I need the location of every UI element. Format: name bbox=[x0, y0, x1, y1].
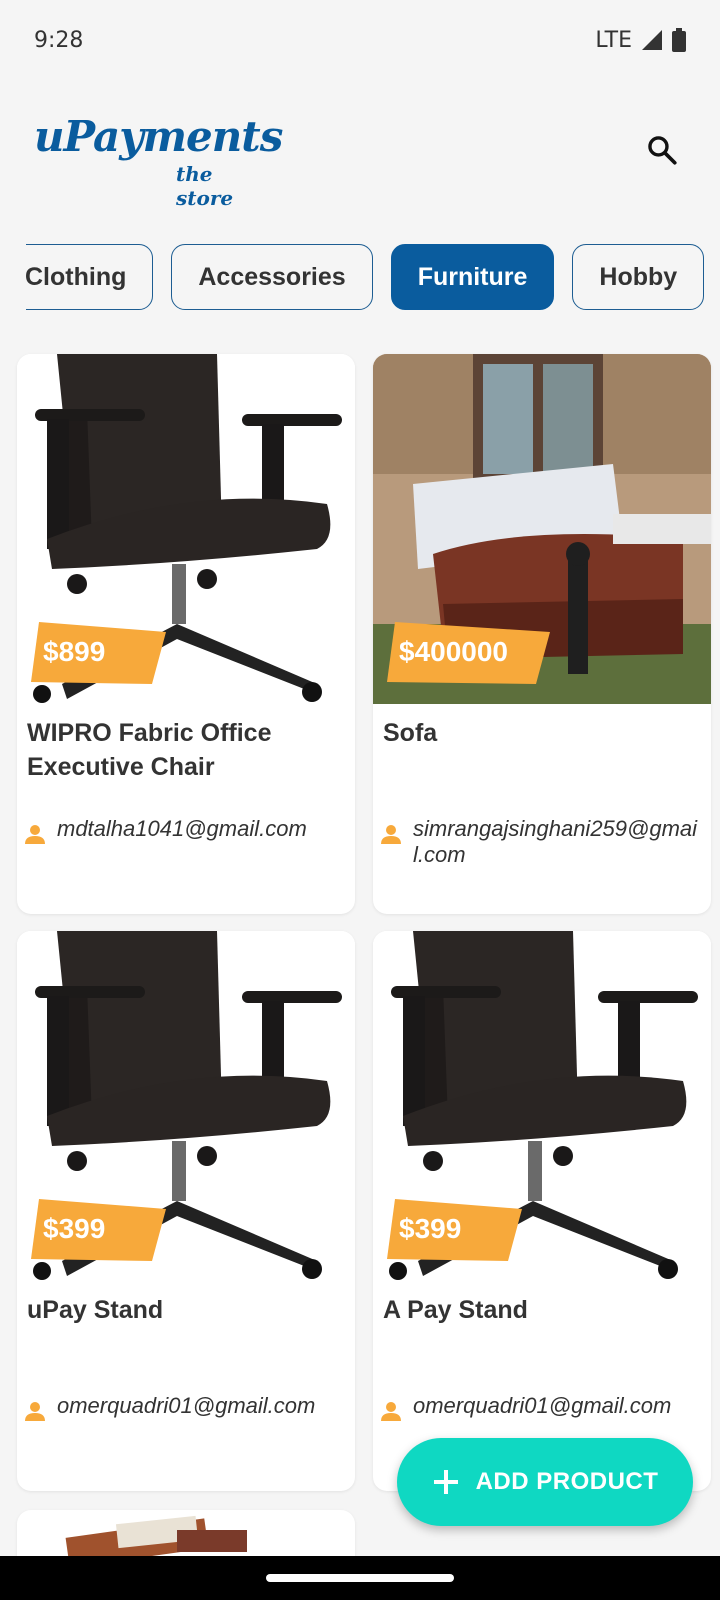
status-icons: LTE bbox=[595, 28, 686, 53]
price-tag: $399 bbox=[31, 1199, 166, 1261]
category-track: Clothing Accessories Furniture Hobby bbox=[26, 244, 705, 310]
product-card[interactable]: $899 WIPRO Fabric Office Executive Chair… bbox=[17, 354, 355, 914]
plus-icon bbox=[433, 1470, 458, 1494]
product-owner: omerquadri01@gmail.com bbox=[381, 1393, 703, 1421]
category-chip-accessories[interactable]: Accessories bbox=[171, 244, 373, 310]
add-product-button[interactable]: ADD PRODUCT bbox=[397, 1438, 693, 1526]
user-icon bbox=[381, 825, 401, 844]
product-title: uPay Stand bbox=[27, 1296, 164, 1324]
price-tag: $400000 bbox=[387, 622, 550, 684]
product-price: $400000 bbox=[399, 636, 509, 667]
battery-icon bbox=[672, 28, 686, 52]
status-time: 9:28 bbox=[34, 27, 84, 53]
category-chip-hobby[interactable]: Hobby bbox=[572, 244, 705, 310]
product-owner: simrangajsinghani259@gmail.com bbox=[381, 816, 703, 868]
product-title: WIPRO Fabric Office Executive Chair bbox=[27, 719, 272, 781]
system-nav-bar bbox=[0, 1556, 720, 1600]
product-card[interactable]: $399 A Pay Stand omerquadri01@gmail.com bbox=[373, 931, 711, 1491]
price-tag: $899 bbox=[31, 622, 166, 684]
app-header: uPayments the store bbox=[0, 100, 720, 210]
network-label: LTE bbox=[595, 27, 632, 53]
product-card[interactable]: $399 uPay Stand omerquadri01@gmail.com bbox=[17, 931, 355, 1491]
add-product-label: ADD PRODUCT bbox=[475, 1468, 659, 1495]
owner-email: simrangajsinghani259@gmail.com bbox=[413, 816, 698, 867]
logo-sub-text: the store bbox=[176, 162, 234, 210]
app-logo: uPayments the store bbox=[34, 112, 283, 210]
product-title: A Pay Stand bbox=[383, 1296, 528, 1324]
product-card[interactable]: $400000 Sofa simrangajsinghani259@gmail.… bbox=[373, 354, 711, 914]
signal-icon bbox=[640, 28, 664, 52]
user-icon bbox=[25, 825, 45, 844]
product-owner: omerquadri01@gmail.com bbox=[25, 1393, 347, 1421]
home-handle[interactable] bbox=[266, 1574, 454, 1582]
search-button[interactable] bbox=[640, 128, 684, 172]
product-price: $399 bbox=[399, 1213, 462, 1244]
product-price: $899 bbox=[43, 636, 106, 667]
user-icon bbox=[381, 1402, 401, 1421]
owner-email: omerquadri01@gmail.com bbox=[413, 1393, 672, 1418]
product-owner: mdtalha1041@gmail.com bbox=[25, 816, 347, 844]
category-chip-clothing[interactable]: Clothing bbox=[26, 244, 154, 310]
category-chip-furniture[interactable]: Furniture bbox=[390, 244, 555, 310]
product-title: Sofa bbox=[383, 719, 438, 747]
price-tag: $399 bbox=[387, 1199, 522, 1261]
search-icon bbox=[648, 136, 677, 165]
product-price: $399 bbox=[43, 1213, 106, 1244]
category-bar[interactable]: Clothing Accessories Furniture Hobby bbox=[26, 244, 720, 312]
status-bar: 9:28 LTE bbox=[0, 0, 720, 80]
user-icon bbox=[25, 1402, 45, 1421]
owner-email: mdtalha1041@gmail.com bbox=[57, 816, 307, 841]
logo-main-text: uPayments bbox=[34, 112, 283, 161]
owner-email: omerquadri01@gmail.com bbox=[57, 1393, 316, 1418]
